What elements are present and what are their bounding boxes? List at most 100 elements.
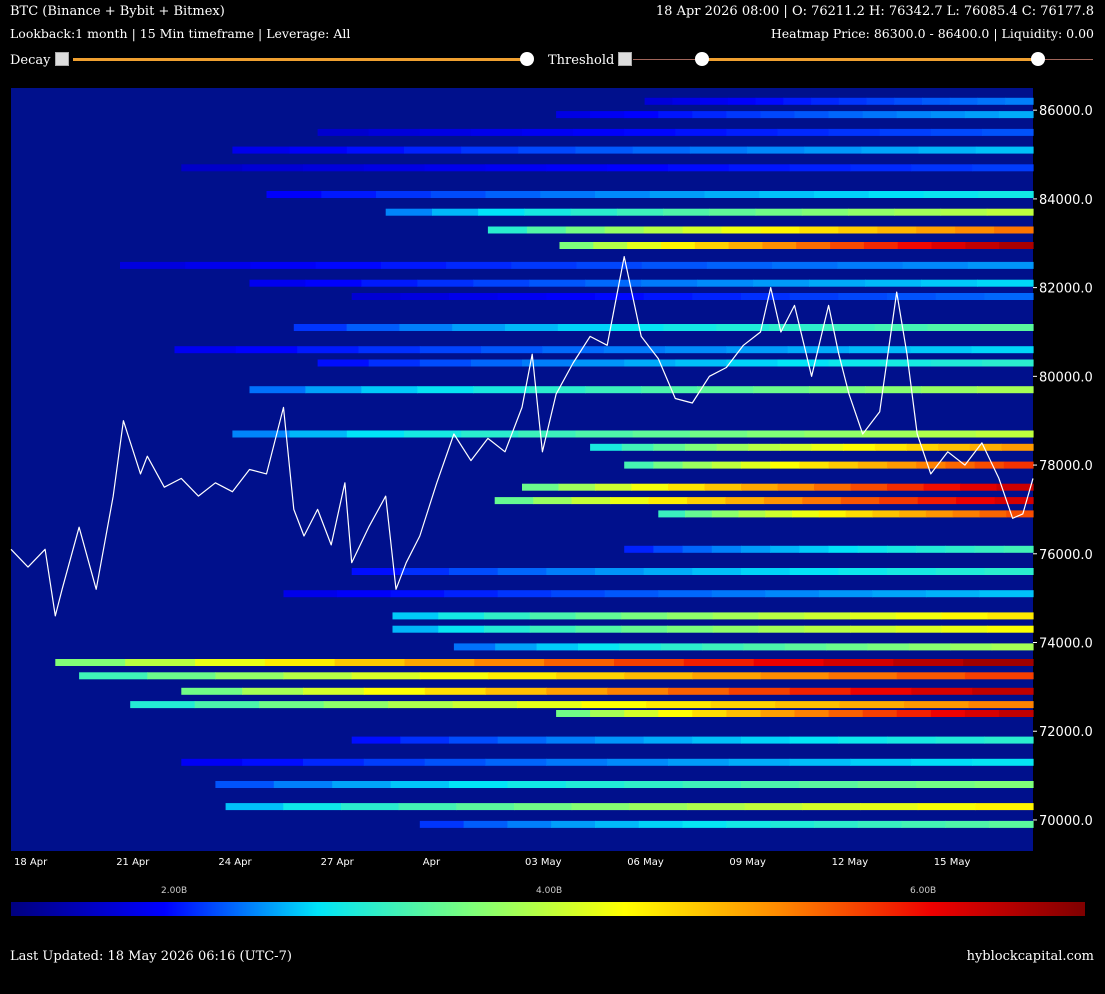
threshold-slider-handle-low[interactable] xyxy=(695,52,709,66)
liquidity-cell xyxy=(259,701,325,709)
liquidity-cell xyxy=(945,545,976,553)
liquidity-cell xyxy=(321,191,377,198)
liquidity-cell xyxy=(653,545,684,553)
liquidity-cell xyxy=(938,443,971,451)
liquidity-cell xyxy=(585,386,642,394)
decay-slider-handle[interactable] xyxy=(520,52,534,66)
liquidity-cell xyxy=(392,625,439,633)
liquidity-cell xyxy=(952,510,981,518)
liquidity-cell xyxy=(660,242,696,249)
liquidity-cell xyxy=(987,625,1034,633)
liquidity-cell xyxy=(743,643,786,651)
liquidity-band xyxy=(293,324,1034,331)
liquidity-cell xyxy=(975,803,1034,811)
x-tick-label: 03 May xyxy=(525,857,562,868)
liquidity-cell xyxy=(1003,461,1034,469)
liquidity-cell xyxy=(518,146,577,154)
liquidity-cell xyxy=(874,324,928,331)
liquidity-cell xyxy=(242,687,304,695)
liquidity-cell xyxy=(904,701,970,709)
liquidity-cell xyxy=(533,497,573,505)
liquidity-cell xyxy=(283,672,353,680)
liquidity-cell xyxy=(675,359,727,367)
liquidity-cell xyxy=(675,128,727,136)
liquidity-band xyxy=(120,261,1034,269)
liquidity-cell xyxy=(604,226,645,234)
liquidity-cell xyxy=(704,483,742,491)
liquidity-cell xyxy=(850,483,888,491)
liquidity-cell xyxy=(305,279,362,287)
liquidity-cell xyxy=(315,261,382,269)
liquidity-cell xyxy=(683,659,755,666)
liquidity-cell xyxy=(753,279,810,287)
liquidity-cell xyxy=(974,781,1034,788)
liquidity-cell xyxy=(762,242,797,249)
liquidity-cell xyxy=(728,242,763,249)
liquidity-band xyxy=(556,111,1034,119)
chart-title: BTC (Binance + Bybit + Bitmex) xyxy=(10,4,225,19)
threshold-info-icon[interactable] xyxy=(618,52,633,66)
liquidity-band xyxy=(317,128,1034,136)
liquidity-cell xyxy=(646,701,712,709)
liquidity-cell xyxy=(726,128,779,136)
liquidity-cell xyxy=(896,672,966,680)
liquidity-cell xyxy=(289,146,348,154)
liquidity-cell xyxy=(660,643,703,651)
y-tick-label: 82000.0 xyxy=(1039,282,1093,297)
liquidity-cell xyxy=(955,226,995,234)
decay-slider-track[interactable] xyxy=(73,58,527,61)
threshold-label-text: Threshold xyxy=(548,53,615,68)
liquidity-cell xyxy=(624,128,676,136)
liquidity-cell xyxy=(341,803,400,811)
liquidity-cell xyxy=(945,461,976,469)
site-credit[interactable]: hyblockcapital.com xyxy=(967,949,1094,964)
liquidity-cell xyxy=(667,625,714,633)
y-tick-label: 74000.0 xyxy=(1039,637,1093,652)
liquidity-cell xyxy=(857,461,888,469)
heatmap-price-readout: Heatmap Price: 86300.0 - 86400.0 | Liqui… xyxy=(770,26,1094,41)
liquidity-cell xyxy=(346,430,405,438)
liquidity-cell xyxy=(789,293,839,300)
x-tick-label: 24 Apr xyxy=(218,857,252,868)
liquidity-cell xyxy=(672,97,701,105)
liquidity-cell xyxy=(585,279,642,287)
liquidity-cell xyxy=(984,568,1034,575)
liquidity-cell xyxy=(424,758,487,766)
liquidity-cell xyxy=(449,568,499,575)
liquidity-cell xyxy=(546,758,608,766)
threshold-slider-handle-high[interactable] xyxy=(1030,52,1045,66)
liquidity-cell xyxy=(709,208,757,216)
liquidity-cell xyxy=(452,701,518,709)
liquidity-band xyxy=(283,590,1034,598)
liquidity-band xyxy=(225,803,1034,811)
decay-info-icon[interactable] xyxy=(54,52,69,66)
liquidity-cell xyxy=(814,191,870,198)
liquidity-cell xyxy=(783,97,812,105)
liquidity-cell xyxy=(419,672,489,680)
liquidity-cell xyxy=(917,803,976,811)
liquidity-cell xyxy=(264,659,336,666)
liquidity-cell xyxy=(1003,545,1034,553)
liquidity-cell xyxy=(317,128,370,136)
liquidity-cell xyxy=(916,545,946,553)
liquidity-cell xyxy=(575,625,622,633)
liquidity-cell xyxy=(941,612,988,620)
liquidity-cell xyxy=(682,545,713,553)
liquidity-cell xyxy=(838,293,888,300)
liquidity-cell xyxy=(658,111,693,119)
liquidity-cell xyxy=(726,710,762,717)
liquidity-cell xyxy=(726,359,779,367)
liquidity-cell xyxy=(868,191,925,198)
liquidity-cell xyxy=(390,590,445,598)
liquidity-cell xyxy=(507,820,552,828)
liquidity-cell xyxy=(363,164,426,172)
liquidity-cell xyxy=(631,483,669,491)
liquidation-heatmap-chart[interactable]: 70000.0 72000.0 74000.0 76000.0 78000.0 80000… xyxy=(0,80,1105,870)
liquidity-cell xyxy=(593,242,628,249)
liquidity-cell xyxy=(79,672,148,680)
liquidity-cell xyxy=(590,111,625,119)
liquidity-cell xyxy=(624,710,659,717)
liquidity-cell xyxy=(712,612,760,620)
liquidity-cell xyxy=(1005,97,1034,105)
liquidity-cell xyxy=(616,208,664,216)
